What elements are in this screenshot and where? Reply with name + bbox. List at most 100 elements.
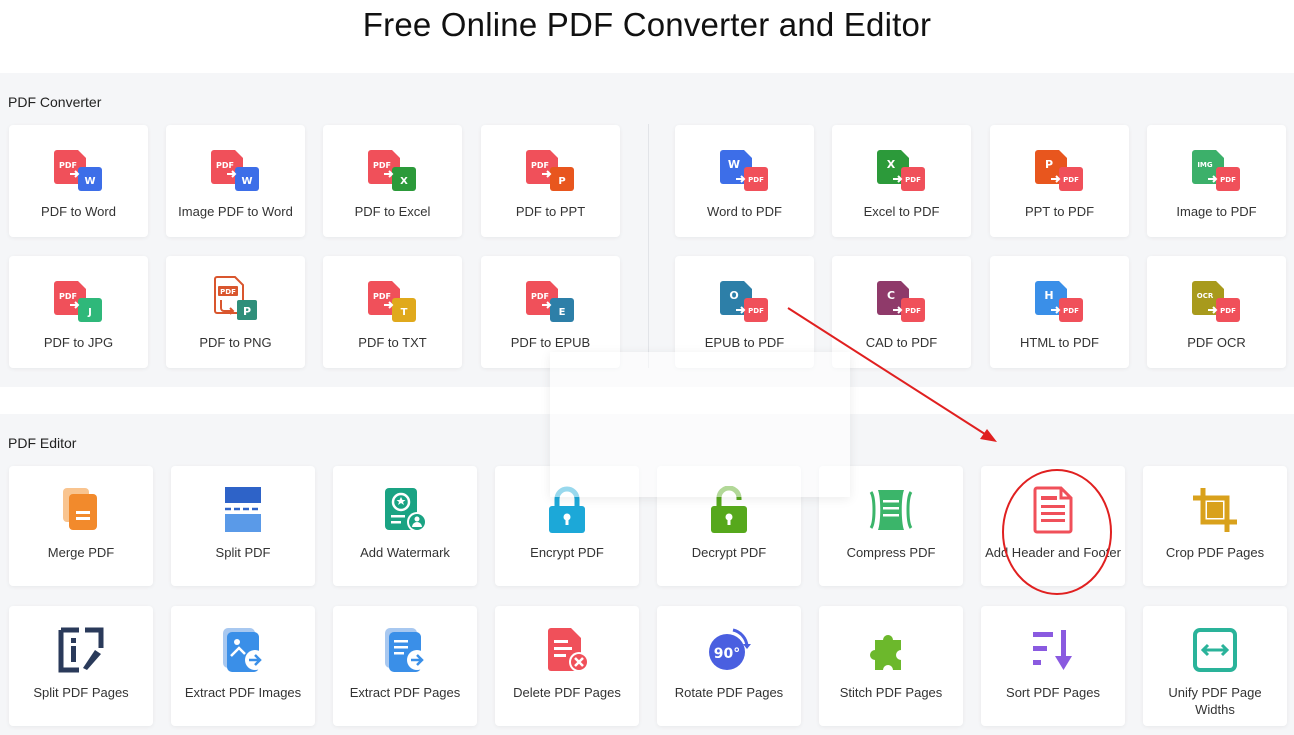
tool-label: Crop PDF Pages [1165, 545, 1265, 560]
tool-label: PDF to JPG [43, 335, 114, 350]
merge-pdf-icon [63, 488, 97, 530]
tool-label: EPUB to PDF [704, 335, 785, 350]
tool-split-pdf[interactable]: Split PDF [171, 466, 315, 586]
tool-pdf-ocr[interactable]: OCR PDF PDF OCR [1147, 256, 1286, 368]
tool-add-watermark[interactable]: Add Watermark [333, 466, 477, 586]
tool-merge-pdf[interactable]: Merge PDF [9, 466, 153, 586]
page-title: Free Online PDF Converter and Editor [362, 6, 932, 43]
excel-to-pdf-icon: X PDF [876, 150, 925, 191]
tool-label: Extract PDF Pages [349, 685, 461, 700]
svg-text:PDF: PDF [531, 161, 549, 170]
image-pdf-to-word-icon: PDF W [210, 150, 259, 191]
tool-label: PDF OCR [1187, 335, 1246, 350]
tool-ppt-to-pdf[interactable]: P PDF PPT to PDF [990, 125, 1129, 237]
tool-pdf-to-jpg[interactable]: PDF J PDF to JPG [9, 256, 148, 368]
extract-pages-icon [385, 628, 427, 672]
tool-add-header-and-footer[interactable]: Add Header and Footer [981, 466, 1125, 586]
svg-text:PDF: PDF [373, 161, 391, 170]
tool-sort-pdf-pages[interactable]: Sort PDF Pages [981, 606, 1125, 726]
tool-excel-to-pdf[interactable]: X PDF Excel to PDF [832, 125, 971, 237]
extract-images-icon [223, 628, 265, 672]
tool-label: Split PDF [215, 545, 271, 560]
tool-delete-pdf-pages[interactable]: Delete PDF Pages [495, 606, 639, 726]
tool-label: Encrypt PDF [530, 545, 604, 560]
svg-text:PDF: PDF [220, 288, 236, 296]
unlock-icon [711, 486, 747, 533]
tool-image-to-pdf[interactable]: IMG PDF Image to PDF [1147, 125, 1286, 237]
tool-extract-pdf-pages[interactable]: Extract PDF Pages [333, 606, 477, 726]
pdf-to-excel-icon: PDF X [367, 150, 416, 191]
tool-pdf-to-ppt[interactable]: PDF P PDF to PPT [481, 125, 620, 237]
split-pages-icon [58, 627, 104, 673]
tool-label: Merge PDF [47, 545, 115, 560]
svg-text:OCR: OCR [1196, 292, 1213, 300]
svg-text:P: P [1044, 158, 1052, 171]
tool-word-to-pdf[interactable]: W PDF Word to PDF [675, 125, 814, 237]
tool-unify-pdf-page-widths[interactable]: Unify PDF Page Widths [1143, 606, 1287, 726]
svg-text:PDF: PDF [1220, 307, 1236, 315]
tool-pdf-to-png[interactable]: PDF P PDF to PNG [166, 256, 305, 368]
svg-text:C: C [886, 289, 894, 302]
stitch-puzzle-icon [870, 635, 901, 670]
pdf-to-jpg-icon: PDF J [53, 281, 102, 322]
tool-decrypt-pdf[interactable]: Decrypt PDF [657, 466, 801, 586]
svg-text:PDF: PDF [216, 161, 234, 170]
tool-label: PDF to Excel [354, 204, 431, 219]
svg-text:E: E [558, 307, 565, 318]
svg-text:IMG: IMG [1197, 161, 1213, 169]
cad-to-pdf-icon: C PDF [876, 281, 925, 322]
split-pdf-icon [225, 487, 261, 532]
epub-to-pdf-icon: O PDF [719, 281, 768, 322]
tool-stitch-pdf-pages[interactable]: Stitch PDF Pages [819, 606, 963, 726]
tool-html-to-pdf[interactable]: H PDF HTML to PDF [990, 256, 1129, 368]
tool-label: Sort PDF Pages [1006, 685, 1100, 700]
svg-text:PDF: PDF [1220, 176, 1236, 184]
tool-label: Stitch PDF Pages [839, 685, 943, 700]
tool-rotate-pdf-pages[interactable]: 90° Rotate PDF Pages [657, 606, 801, 726]
tool-label: Unify PDF Page Widths [1168, 685, 1262, 717]
tool-pdf-to-epub[interactable]: PDF E PDF to EPUB [481, 256, 620, 368]
tool-extract-pdf-images[interactable]: Extract PDF Images [171, 606, 315, 726]
tool-epub-to-pdf[interactable]: O PDF EPUB to PDF [675, 256, 814, 368]
pdf-to-ppt-icon: PDF P [525, 150, 574, 191]
tool-crop-pdf-pages[interactable]: Crop PDF Pages [1143, 466, 1287, 586]
svg-text:PDF: PDF [59, 292, 77, 301]
image-to-pdf-icon: IMG PDF [1191, 150, 1240, 191]
pdf-to-epub-icon: PDF E [525, 281, 574, 322]
tool-label: Rotate PDF Pages [674, 685, 784, 700]
tool-image-pdf-to-word[interactable]: PDF W Image PDF to Word [166, 125, 305, 237]
tool-pdf-to-word[interactable]: PDF W PDF to Word [9, 125, 148, 237]
svg-text:PDF: PDF [531, 292, 549, 301]
svg-text:PDF: PDF [373, 292, 391, 301]
unify-widths-icon [1193, 628, 1237, 672]
rotate-icon: 90° [709, 628, 751, 670]
tool-split-pdf-pages[interactable]: Split PDF Pages [9, 606, 153, 726]
svg-text:PDF: PDF [59, 161, 77, 170]
crop-icon [1193, 488, 1237, 532]
tool-label: PDF to EPUB [510, 335, 591, 350]
svg-text:PDF: PDF [1063, 307, 1079, 315]
tool-label: PDF to Word [41, 204, 116, 219]
svg-text:H: H [1044, 289, 1053, 302]
pdf-to-png-icon: PDF P [213, 276, 257, 320]
svg-text:W: W [241, 176, 252, 187]
tool-cad-to-pdf[interactable]: C PDF CAD to PDF [832, 256, 971, 368]
svg-text:PDF: PDF [748, 176, 764, 184]
header-footer-icon [1033, 486, 1073, 534]
tool-label: CAD to PDF [865, 335, 938, 350]
tool-pdf-to-excel[interactable]: PDF X PDF to Excel [323, 125, 462, 237]
tool-label: Delete PDF Pages [513, 685, 621, 700]
tool-label: PDF to PNG [199, 335, 272, 350]
tool-label: Extract PDF Images [184, 685, 302, 700]
section-divider [648, 124, 649, 368]
ppt-to-pdf-icon: P PDF [1034, 150, 1083, 191]
svg-text:X: X [400, 176, 408, 187]
tool-encrypt-pdf[interactable]: Encrypt PDF [495, 466, 639, 586]
converter-section-title: PDF Converter [8, 94, 102, 110]
tool-label: PPT to PDF [1024, 204, 1095, 219]
svg-text:PDF: PDF [1063, 176, 1079, 184]
tool-label: PDF to TXT [358, 335, 427, 350]
tool-pdf-to-txt[interactable]: PDF T PDF to TXT [323, 256, 462, 368]
svg-text:90°: 90° [714, 646, 740, 662]
tool-compress-pdf[interactable]: Compress PDF [819, 466, 963, 586]
